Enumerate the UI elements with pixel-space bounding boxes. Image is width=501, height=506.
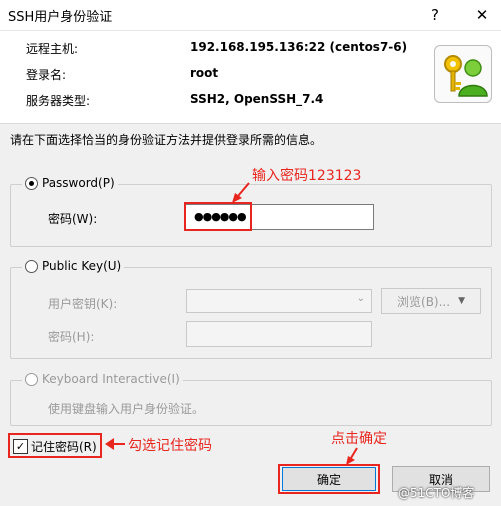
- public-key-radio-option[interactable]: Public Key(U): [22, 259, 125, 273]
- login-label: 登录名:: [26, 68, 67, 82]
- password-arrow-icon: [232, 182, 250, 203]
- ok-button-label: 确定: [316, 472, 341, 487]
- public-key-radio[interactable]: [25, 259, 38, 273]
- login-value: root: [190, 66, 219, 80]
- ok-button[interactable]: 确定: [282, 467, 376, 491]
- dropdown-arrow-icon: ▼: [458, 296, 465, 306]
- close-button[interactable]: ✕: [470, 4, 494, 26]
- remember-annotation: 勾选记住密码: [128, 438, 212, 454]
- keyboard-interactive-description: 使用键盘输入用户身份验证。: [48, 402, 205, 416]
- server-type-label: 服务器类型:: [26, 94, 91, 108]
- password-annotation: 输入密码123123: [252, 168, 362, 184]
- ok-annotation: 点击确定: [331, 431, 387, 447]
- user-key-select[interactable]: ⌄: [186, 289, 372, 313]
- chevron-down-icon: ⌄: [356, 293, 365, 304]
- user-key-label: 用户密钥(K):: [48, 297, 118, 311]
- keyboard-interactive-radio-option[interactable]: Keyboard Interactive(I): [22, 372, 183, 386]
- remember-password-label: 记住密码(R): [31, 440, 97, 454]
- passphrase-label: 密码(H):: [48, 330, 95, 344]
- window-title: SSH用户身份验证: [8, 10, 113, 25]
- password-radio-option[interactable]: Password(P): [22, 176, 118, 190]
- keyboard-interactive-label: Keyboard Interactive(I): [42, 372, 180, 386]
- password-radio-label: Password(P): [42, 176, 115, 190]
- host-value: 192.168.195.136:22 (centos7-6): [190, 40, 408, 54]
- keyboard-interactive-radio[interactable]: [25, 372, 38, 386]
- server-type-value: SSH2, OpenSSH_7.4: [190, 92, 324, 106]
- passphrase-input[interactable]: [186, 321, 372, 347]
- watermark: @51CTO博客: [398, 486, 475, 500]
- browse-button[interactable]: 浏览(B)... ▼: [381, 288, 481, 314]
- connection-info: 远程主机: 192.168.195.136:22 (centos7-6) 登录名…: [0, 31, 501, 123]
- remember-arrow-icon: [105, 438, 125, 450]
- user-key-icon: [434, 45, 492, 103]
- instruction-text: 请在下面选择恰当的身份验证方法并提供登录所需的信息。: [10, 133, 323, 147]
- host-label: 远程主机:: [26, 42, 79, 56]
- remember-password-checkbox-option[interactable]: ✓ 记住密码(R): [13, 438, 97, 455]
- password-radio[interactable]: [25, 176, 38, 190]
- help-button[interactable]: ?: [423, 4, 447, 26]
- public-key-radio-label: Public Key(U): [42, 259, 122, 273]
- title-bar: SSH用户身份验证 ? ✕: [0, 0, 501, 31]
- remember-password-checkbox[interactable]: ✓: [13, 439, 28, 454]
- password-field-label: 密码(W):: [48, 212, 98, 226]
- browse-button-label: 浏览(B)...: [397, 294, 451, 309]
- password-value: ●●●●●●: [184, 202, 252, 231]
- ok-arrow-icon: [346, 447, 358, 465]
